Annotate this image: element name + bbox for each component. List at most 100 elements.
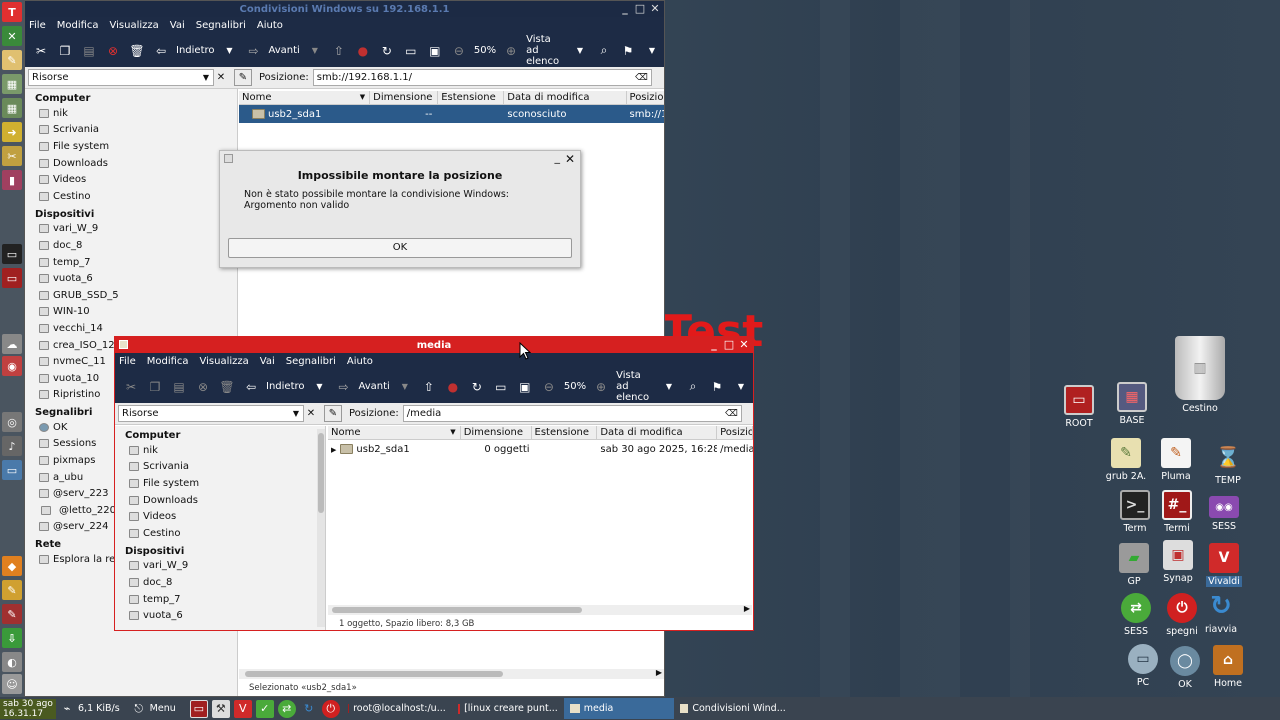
sidebar-item-scrivania[interactable]: Scrivania (25, 122, 237, 139)
up-icon[interactable]: ⇧ (327, 40, 351, 62)
sidebar-item-scrivania[interactable]: Scrivania (115, 459, 325, 476)
column-dimensione[interactable]: Dimensione (370, 91, 439, 105)
location-input[interactable]: smb://192.168.1.1/ ⌫ (312, 69, 652, 86)
close-sidebar-icon[interactable]: ✕ (214, 69, 228, 86)
power-icon[interactable]: ⏻ (321, 699, 340, 718)
launcher-user-icon[interactable]: ☺ (2, 674, 22, 694)
menu-vai[interactable]: Vai (260, 356, 275, 367)
search-icon[interactable]: ⌕ (681, 376, 705, 398)
trash-icon[interactable]: 🗑 (215, 376, 239, 398)
stop-icon[interactable]: ● (441, 376, 465, 398)
sidebar-item-device[interactable]: vari_W_9 (25, 221, 237, 238)
menu-modifica[interactable]: Modifica (57, 20, 99, 31)
tools-icon[interactable]: ⚒ (211, 699, 230, 718)
launcher-calc-icon[interactable]: ▦ (2, 74, 22, 94)
maximize-icon[interactable]: □ (724, 339, 734, 350)
forward-dropdown-icon[interactable]: ▼ (393, 376, 417, 398)
launcher-pencils-icon[interactable]: ✎ (2, 580, 22, 600)
launcher-cloud-icon[interactable]: ☁ (2, 334, 22, 354)
terminal-red-icon[interactable]: ▭ (189, 699, 208, 718)
close-icon[interactable]: ✕ (565, 152, 575, 166)
sidebar-item-videos[interactable]: Videos (25, 171, 237, 188)
desktop-icon-riavvia[interactable]: ↻ riavvia (1191, 591, 1251, 635)
table-row[interactable]: ▶ usb2_sda1 0 oggetti sab 30 ago 2025, 16… (328, 440, 753, 458)
minimize-icon[interactable]: _ (709, 339, 719, 350)
clock[interactable]: sab 30 ago 16.31.17 (0, 698, 56, 719)
menu-vai[interactable]: Vai (170, 20, 185, 31)
vivaldi-icon[interactable]: V (233, 699, 252, 718)
desktop-icon-base[interactable]: ▦ BASE (1102, 382, 1162, 426)
view-mode-select[interactable]: Vista ad elenco (613, 370, 657, 403)
back-icon[interactable]: ⇦ (149, 40, 173, 62)
horizontal-scrollbar[interactable]: ▶ (239, 668, 664, 679)
scroll-right-icon[interactable]: ▶ (744, 604, 750, 613)
ok-button[interactable]: OK (228, 238, 572, 258)
menu-segnalibri[interactable]: Segnalibri (286, 356, 336, 367)
table-row[interactable]: usb2_sda1 -- sconosciuto smb://1 (239, 105, 664, 123)
menu-modifica[interactable]: Modifica (147, 356, 189, 367)
close-icon[interactable]: ✕ (650, 3, 660, 14)
launcher-edit-icon[interactable]: ✎ (2, 50, 22, 70)
sidebar-item-device[interactable]: vecchi_14 (25, 320, 237, 337)
launcher-terminal-icon[interactable]: ▭ (2, 244, 22, 264)
menu-visualizza[interactable]: Visualizza (110, 20, 159, 31)
column-dimensione[interactable]: Dimensione (461, 426, 532, 440)
cut-icon[interactable]: ✂ (29, 40, 53, 62)
sidebar-scrollbar[interactable] (317, 429, 325, 627)
column-posizione[interactable]: Posizio (627, 91, 664, 105)
desktop-icon-pluma[interactable]: ✎ Pluma (1146, 438, 1206, 482)
column-data[interactable]: Data di modifica (504, 91, 627, 105)
forward-icon[interactable]: ⇨ (242, 40, 266, 62)
sidebar-item-videos[interactable]: Videos (115, 508, 325, 525)
clear-icon[interactable]: ⌫ (725, 409, 738, 419)
sidebar-item-filesystem[interactable]: File system (25, 138, 237, 155)
back-dropdown-icon[interactable]: ▼ (308, 376, 332, 398)
open-folder-icon[interactable]: ▭ (489, 376, 513, 398)
launcher-x-icon[interactable]: ✕ (2, 26, 22, 46)
zoom-in-icon[interactable]: ⊕ (499, 40, 523, 62)
column-nome[interactable]: Nome ▼ (328, 426, 461, 440)
view-dropdown-icon[interactable]: ▼ (568, 40, 592, 62)
location-input[interactable]: /media ⌫ (402, 405, 742, 422)
column-posizione[interactable]: Posizion (717, 426, 753, 440)
back-button[interactable]: Indietro (263, 381, 308, 392)
horizontal-scrollbar[interactable]: ▶ (328, 604, 752, 615)
launcher-arrow-icon[interactable]: ➜ (2, 122, 22, 142)
sidebar-item-device[interactable]: temp_7 (115, 591, 325, 608)
flag-icon[interactable]: ⚑ (616, 40, 640, 62)
launcher-t-icon[interactable]: T (2, 2, 22, 22)
launcher-tools-icon[interactable]: ✂ (2, 146, 22, 166)
reload-icon[interactable]: ↻ (375, 40, 399, 62)
flag-dropdown-icon[interactable]: ▼ (729, 376, 753, 398)
launcher-disk-icon[interactable]: ◎ (2, 412, 22, 432)
menu-visualizza[interactable]: Visualizza (200, 356, 249, 367)
menu-file[interactable]: File (29, 20, 46, 31)
back-button[interactable]: Indietro (173, 45, 218, 56)
launcher-sheet-icon[interactable]: ▦ (2, 98, 22, 118)
cut-icon[interactable]: ✂ (119, 376, 143, 398)
desktop-icon-root[interactable]: ▭ ROOT (1049, 385, 1109, 429)
open-folder-icon[interactable]: ▭ (399, 40, 423, 62)
task-browser[interactable]: [linux creare punt... (452, 698, 564, 719)
sidebar-item-device[interactable]: vuota_6 (115, 607, 325, 624)
menu-aiuto[interactable]: Aiuto (257, 20, 283, 31)
sidebar-item-cestino[interactable]: Cestino (25, 188, 237, 205)
green-arrows-icon[interactable]: ⇄ (277, 699, 296, 718)
sidebar-item-downloads[interactable]: Downloads (25, 155, 237, 172)
paste-icon[interactable]: ▤ (167, 376, 191, 398)
sidebar-item-cestino[interactable]: Cestino (115, 525, 325, 542)
sidebar-item-downloads[interactable]: Downloads (115, 492, 325, 509)
sidebar-item-nik[interactable]: nik (115, 442, 325, 459)
edit-location-icon[interactable]: ✎ (234, 69, 252, 86)
places-combo[interactable]: Risorse ▼ (28, 69, 214, 86)
zoom-out-icon[interactable]: ⊖ (537, 376, 561, 398)
task-terminal[interactable]: root@localhost:/u... (342, 698, 452, 719)
sidebar-item-device[interactable]: temp_7 (25, 254, 237, 271)
sidebar-item-device[interactable]: vari_W_9 (115, 558, 325, 575)
sidebar-item-filesystem[interactable]: File system (115, 475, 325, 492)
back-icon[interactable]: ⇦ (239, 376, 263, 398)
flag-dropdown-icon[interactable]: ▼ (640, 40, 664, 62)
launcher-monitor-icon[interactable]: ▭ (2, 460, 22, 480)
delete-icon[interactable]: ⊗ (191, 376, 215, 398)
menu-icon[interactable]: ⎋ (130, 700, 148, 718)
